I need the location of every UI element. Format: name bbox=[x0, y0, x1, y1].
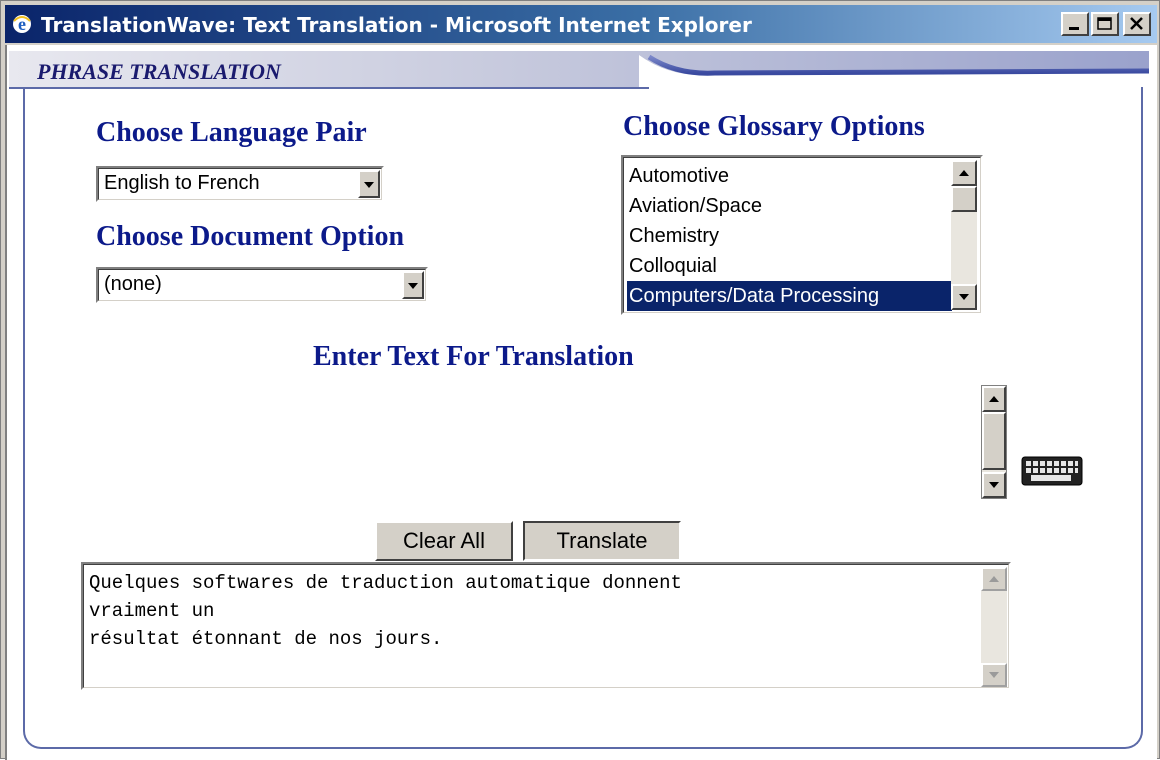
input-textarea[interactable] bbox=[81, 385, 979, 499]
scroll-up-button[interactable] bbox=[981, 567, 1007, 591]
chevron-down-icon bbox=[408, 283, 418, 289]
keyboard-icon[interactable] bbox=[1021, 455, 1083, 487]
header-strip: PHRASE TRANSLATION bbox=[9, 51, 1149, 89]
arrow-down-icon bbox=[959, 294, 969, 300]
scroll-thumb[interactable] bbox=[982, 412, 1006, 470]
arrow-up-icon bbox=[959, 170, 969, 176]
glossary-option[interactable]: Aviation/Space bbox=[627, 191, 952, 221]
maximize-icon bbox=[1097, 17, 1112, 30]
arrow-up-icon bbox=[989, 576, 999, 582]
glossary-heading: Choose Glossary Options bbox=[623, 111, 925, 142]
chevron-down-icon bbox=[364, 182, 374, 188]
close-button[interactable] bbox=[1123, 12, 1151, 36]
output-textarea[interactable]: Quelques softwares de traduction automat… bbox=[81, 562, 1011, 690]
output-line: Quelques softwares de traduction automat… bbox=[89, 572, 682, 594]
glossary-listbox[interactable]: Automotive Aviation/Space Chemistry Coll… bbox=[621, 155, 983, 315]
language-pair-dropdown-button[interactable] bbox=[358, 170, 380, 198]
glossary-option[interactable]: Colloquial bbox=[627, 251, 952, 281]
minimize-button[interactable] bbox=[1061, 12, 1089, 36]
scroll-down-button[interactable] bbox=[951, 284, 977, 310]
page-title: PHRASE TRANSLATION bbox=[37, 59, 281, 84]
arrow-down-icon bbox=[989, 672, 999, 678]
document-option-value: (none) bbox=[104, 273, 162, 295]
output-scrollbar[interactable] bbox=[981, 567, 1007, 687]
glossary-scrollbar[interactable] bbox=[951, 160, 977, 310]
input-textarea-scrollbar[interactable] bbox=[981, 385, 1007, 499]
language-pair-value: English to French bbox=[104, 172, 260, 194]
output-line: vraiment un bbox=[89, 600, 215, 622]
arrow-up-icon bbox=[989, 396, 999, 402]
input-heading: Enter Text For Translation bbox=[313, 341, 634, 372]
scroll-down-button[interactable] bbox=[981, 663, 1007, 687]
language-pair-heading: Choose Language Pair bbox=[96, 117, 367, 148]
glossary-option[interactable]: Automotive bbox=[627, 161, 952, 191]
arrow-down-icon bbox=[989, 482, 999, 488]
clear-all-button[interactable]: Clear All bbox=[375, 521, 513, 561]
minimize-icon bbox=[1069, 27, 1079, 30]
glossary-option[interactable]: Chemistry bbox=[627, 221, 952, 251]
browser-window: e TranslationWave: Text Translation - Mi… bbox=[0, 0, 1160, 760]
document-option-dropdown-button[interactable] bbox=[402, 271, 424, 299]
language-pair-select[interactable]: English to French bbox=[96, 166, 384, 202]
maximize-button[interactable] bbox=[1091, 12, 1119, 36]
internet-explorer-icon: e bbox=[13, 14, 31, 34]
output-line: résultat étonnant de nos jours. bbox=[89, 628, 443, 650]
translate-button[interactable]: Translate bbox=[523, 521, 681, 561]
scroll-thumb[interactable] bbox=[951, 186, 977, 212]
window-title: TranslationWave: Text Translation - Micr… bbox=[41, 13, 752, 37]
glossary-option-selected[interactable]: Computers/Data Processing bbox=[627, 281, 952, 311]
close-icon bbox=[1130, 17, 1143, 30]
scroll-up-button[interactable] bbox=[951, 160, 977, 186]
title-bar[interactable]: e TranslationWave: Text Translation - Mi… bbox=[5, 5, 1157, 43]
scroll-up-button[interactable] bbox=[982, 386, 1006, 412]
document-option-select[interactable]: (none) bbox=[96, 267, 428, 303]
document-option-heading: Choose Document Option bbox=[96, 221, 405, 252]
scroll-down-button[interactable] bbox=[982, 472, 1006, 498]
